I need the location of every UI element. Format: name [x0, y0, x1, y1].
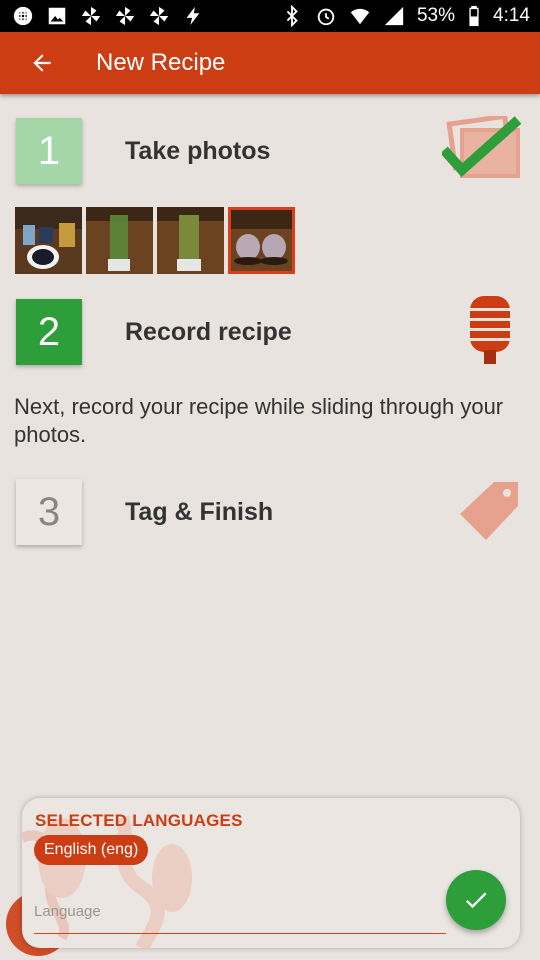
status-right-icons: 53% 4:14: [281, 5, 530, 27]
step-title: Tag & Finish: [125, 497, 274, 526]
selected-languages-header: SELECTED LANGUAGES: [35, 811, 243, 830]
battery-percent: 53%: [416, 5, 456, 26]
wifi-icon: [350, 8, 370, 25]
step-tag-finish[interactable]: 3 Tag & Finish: [16, 479, 526, 545]
alarm-icon: [317, 8, 335, 26]
app-bar: New Recipe: [0, 32, 540, 94]
step-number: 3: [16, 479, 82, 545]
pinwheel-icon: [115, 6, 135, 26]
step-number: 1: [16, 118, 82, 184]
clock: 4:14: [493, 5, 530, 26]
language-input[interactable]: [34, 886, 446, 934]
step-take-photos[interactable]: 1 Take photos: [16, 116, 526, 184]
photo-thumbnail[interactable]: [15, 207, 82, 274]
photo-strip: [15, 207, 295, 274]
status-bar: 53% 4:14: [0, 0, 540, 32]
check-icon: [465, 892, 487, 909]
bluetooth-icon: [286, 5, 298, 27]
pinwheel-icon: [149, 6, 169, 26]
language-card: SELECTED LANGUAGES English (eng): [22, 798, 520, 948]
status-left-icons: [12, 5, 204, 27]
step-title: Take photos: [125, 136, 271, 165]
battery-icon: [469, 5, 479, 27]
bolt-icon: [186, 6, 200, 26]
step-number: 2: [16, 299, 82, 365]
tag-icon: [460, 482, 518, 540]
image-icon: [48, 7, 66, 25]
page-title: New Recipe: [96, 49, 226, 76]
confirm-button[interactable]: [446, 870, 506, 930]
photo-thumbnail[interactable]: [157, 207, 224, 274]
pinwheel-icon: [81, 6, 101, 26]
arrow-left-icon: [33, 54, 51, 72]
step-title: Record recipe: [125, 317, 292, 346]
step-record-recipe[interactable]: 2 Record recipe: [16, 296, 526, 365]
step-description: Next, record your recipe while sliding t…: [14, 394, 504, 447]
photo-thumbnail[interactable]: [86, 207, 153, 274]
back-button[interactable]: [14, 32, 70, 94]
signal-icon: [384, 6, 404, 26]
language-chip-english[interactable]: English (eng): [34, 835, 149, 865]
microphone-icon: [468, 296, 512, 364]
photo-thumbnail-selected[interactable]: [228, 207, 295, 274]
slack-icon: [13, 6, 33, 26]
photos-check-icon: [442, 116, 522, 178]
